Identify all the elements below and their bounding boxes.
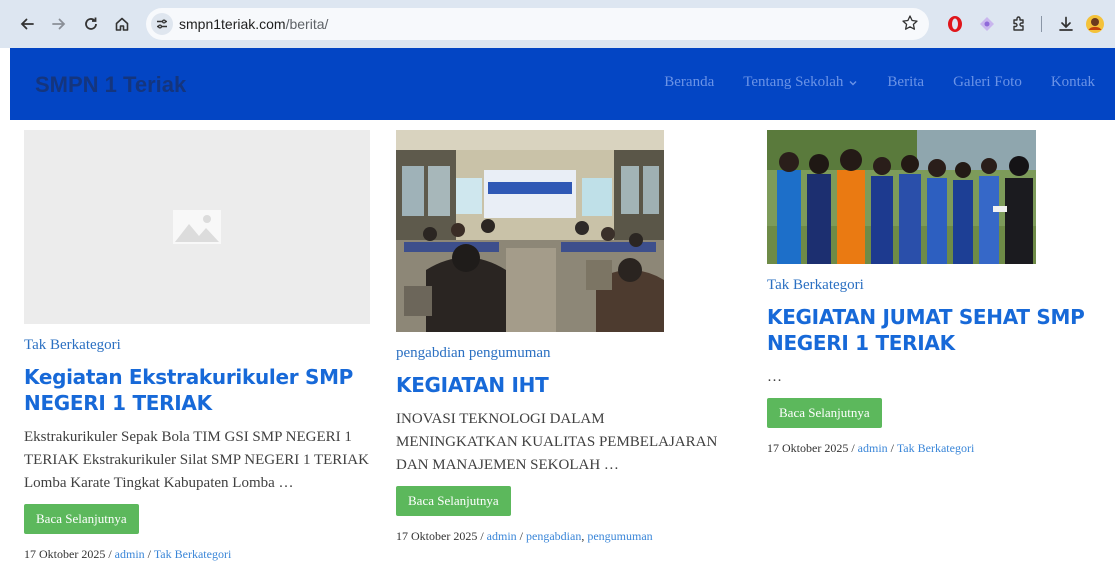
post-date: 17 Oktober 2025	[24, 547, 106, 561]
post-author-link[interactable]: admin	[487, 529, 517, 543]
tune-icon	[157, 19, 167, 29]
post-title[interactable]: KEGIATAN IHT	[396, 372, 726, 398]
post-category[interactable]: pengabdian pengumuman	[396, 345, 726, 362]
diamond-extension-icon	[980, 17, 994, 31]
opera-extension-button[interactable]	[944, 13, 966, 35]
site-header: SMPN 1 Teriak Beranda Tentang Sekolah Be…	[10, 48, 1115, 120]
site-title[interactable]: SMPN 1 Teriak	[35, 72, 186, 98]
reload-icon	[85, 17, 97, 30]
post-author-link[interactable]: admin	[858, 441, 888, 455]
menu-item-tentang-sekolah[interactable]: Tentang Sekolah	[743, 74, 858, 91]
post-thumbnail[interactable]	[24, 130, 370, 324]
post-category-link[interactable]: pengabdian	[526, 529, 581, 543]
site-info-button[interactable]	[151, 13, 173, 35]
download-icon	[1059, 16, 1073, 31]
post-excerpt: Ekstrakurikuler Sepak Bola TIM GSI SMP N…	[24, 429, 369, 491]
read-more-button[interactable]: Baca Selanjutnya	[24, 504, 139, 534]
post-title[interactable]: Kegiatan Ekstrakurikuler SMP NEGERI 1 TE…	[24, 364, 370, 416]
post-category[interactable]: Tak Berkategori	[767, 277, 1097, 294]
arrow-left-icon	[20, 18, 34, 30]
post-thumbnail[interactable]	[767, 130, 1036, 264]
post-card: Tak Berkategori Kegiatan Ekstrakurikuler…	[24, 130, 370, 562]
profile-button[interactable]	[1084, 13, 1106, 35]
chevron-down-icon	[849, 80, 857, 85]
home-button[interactable]	[111, 13, 133, 35]
arrow-right-icon	[52, 18, 66, 30]
menu-item-kontak[interactable]: Kontak	[1051, 74, 1095, 91]
classroom-training-photo	[396, 130, 664, 332]
placeholder-image-icon	[173, 210, 221, 244]
forward-button[interactable]	[48, 13, 70, 35]
bookmark-button[interactable]	[901, 14, 919, 37]
back-button[interactable]	[16, 13, 38, 35]
main-menu: Beranda Tentang Sekolah Berita Galeri Fo…	[664, 74, 1095, 91]
post-category-link[interactable]: pengumuman	[587, 529, 652, 543]
reload-button[interactable]	[80, 13, 102, 35]
students-outdoor-photo	[767, 130, 1036, 264]
avatar-icon	[1086, 15, 1104, 33]
post-title[interactable]: KEGIATAN JUMAT SEHAT SMP NEGERI 1 TERIAK	[767, 304, 1097, 356]
post-thumbnail[interactable]	[396, 130, 664, 332]
post-author-link[interactable]: admin	[115, 547, 145, 561]
menu-item-berita[interactable]: Berita	[887, 74, 924, 91]
post-category[interactable]: Tak Berkategori	[24, 337, 370, 354]
post-category-link[interactable]: Tak Berkategori	[897, 441, 974, 455]
extension-button[interactable]	[976, 13, 998, 35]
puzzle-icon	[1013, 16, 1024, 31]
post-excerpt: …	[767, 369, 782, 385]
toolbar-separator	[1041, 16, 1042, 32]
post-excerpt: INOVASI TEKNOLOGI DALAM MENINGKATKAN KUA…	[396, 411, 718, 473]
post-meta: 17 Oktober 2025 / admin / pengabdian, pe…	[396, 529, 653, 543]
downloads-button[interactable]	[1055, 13, 1077, 35]
opera-icon	[948, 16, 962, 32]
home-icon	[115, 17, 129, 31]
post-card: pengabdian pengumuman KEGIATAN IHT INOVA…	[396, 130, 726, 544]
address-bar[interactable]: smpn1teriak.com/berita/	[146, 8, 929, 40]
browser-toolbar: smpn1teriak.com/berita/	[0, 0, 1115, 48]
post-card: Tak Berkategori KEGIATAN JUMAT SEHAT SMP…	[767, 130, 1097, 456]
read-more-button[interactable]: Baca Selanjutnya	[396, 486, 511, 516]
post-meta: 17 Oktober 2025 / admin / Tak Berkategor…	[24, 547, 232, 561]
post-category-link[interactable]: Tak Berkategori	[154, 547, 231, 561]
read-more-button[interactable]: Baca Selanjutnya	[767, 398, 882, 428]
post-date: 17 Oktober 2025	[396, 529, 478, 543]
menu-item-galeri-foto[interactable]: Galeri Foto	[953, 74, 1022, 91]
star-icon	[902, 15, 918, 30]
menu-item-beranda[interactable]: Beranda	[664, 74, 714, 91]
post-meta: 17 Oktober 2025 / admin / Tak Berkategor…	[767, 441, 975, 455]
post-date: 17 Oktober 2025	[767, 441, 849, 455]
extensions-menu-button[interactable]	[1008, 13, 1030, 35]
url-text: smpn1teriak.com/berita/	[179, 16, 329, 32]
